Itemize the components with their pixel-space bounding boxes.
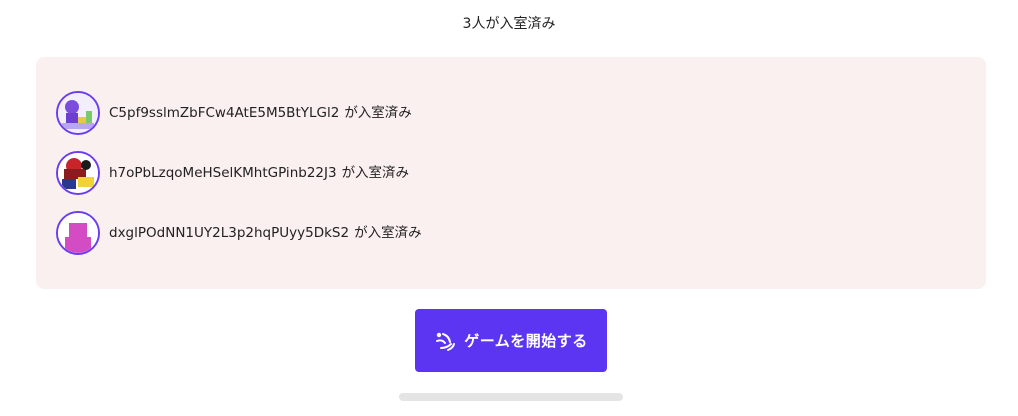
red-character-avatar-icon	[56, 151, 100, 195]
player-name: h7oPbLzqoMeHSelKMhtGPinb22J3	[109, 165, 337, 181]
player-name: C5pf9sslmZbFCw4AtE5M5BtYLGl2	[109, 105, 340, 121]
player-row: C5pf9sslmZbFCw4AtE5M5BtYLGl2 が入室済み	[56, 89, 412, 137]
players-panel: C5pf9sslmZbFCw4AtE5M5BtYLGl2 が入室済み h7oPb…	[36, 57, 986, 289]
purple-figure-avatar-icon	[56, 91, 100, 135]
start-game-button[interactable]: ゲームを開始する	[415, 309, 607, 372]
horizontal-scrollbar[interactable]	[399, 393, 623, 401]
pink-block-avatar-icon	[56, 211, 100, 255]
joined-count-text: 3人が入室済み	[462, 16, 556, 32]
player-status: が入室済み	[344, 105, 412, 121]
signal-wave-icon	[436, 332, 456, 351]
start-game-label: ゲームを開始する	[464, 331, 588, 350]
waiting-room-page: 3人が入室済み C5pf9sslmZbFCw4AtE5M5BtYLGl2 が入室…	[0, 0, 1018, 416]
player-status: が入室済み	[341, 165, 410, 181]
player-name: dxglPOdNN1UY2L3p2hqPUyy5DkS2	[109, 225, 350, 241]
player-row: h7oPbLzqoMeHSelKMhtGPinb22J3 が入室済み	[56, 149, 409, 197]
player-status: が入室済み	[354, 225, 422, 241]
player-row: dxglPOdNN1UY2L3p2hqPUyy5DkS2 が入室済み	[56, 209, 422, 257]
